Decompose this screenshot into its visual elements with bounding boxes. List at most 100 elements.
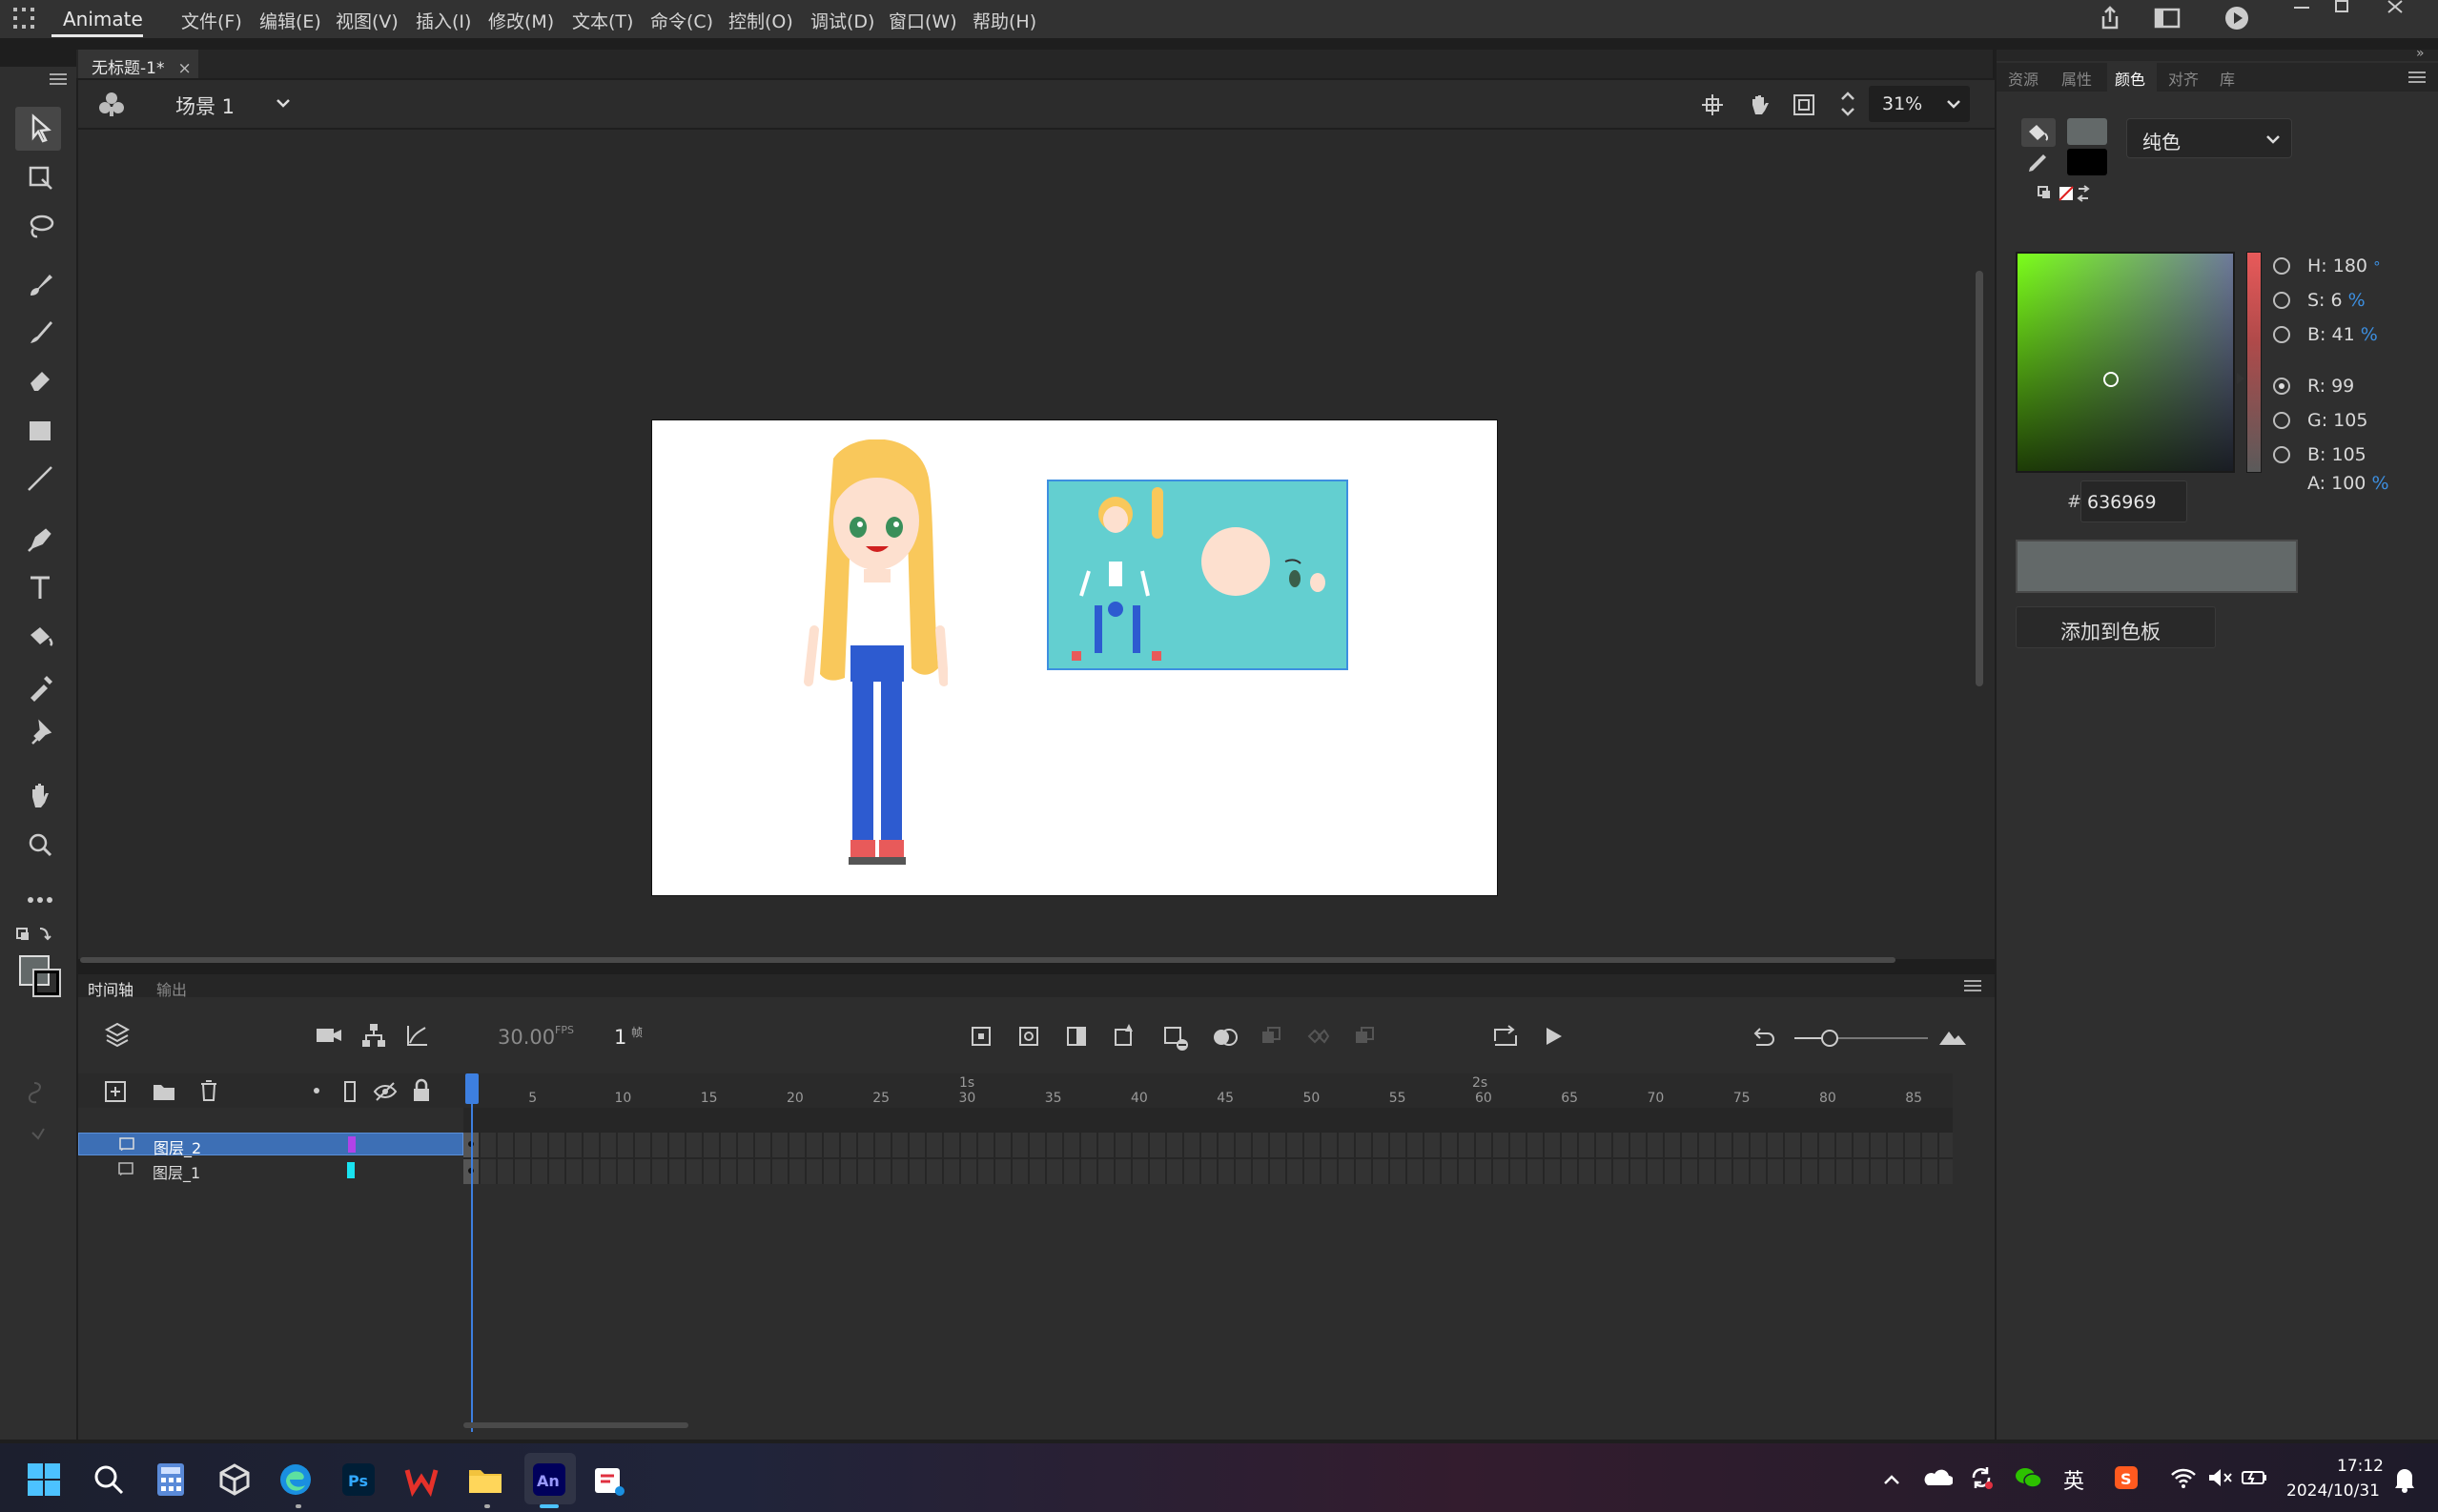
unity-app-icon[interactable]	[217, 1462, 252, 1497]
undo-view-icon[interactable]	[1749, 1024, 1777, 1051]
color-picker-cursor[interactable]	[2103, 372, 2119, 387]
battery-icon[interactable]	[2241, 1466, 2267, 1489]
radio-saturation[interactable]	[2273, 292, 2290, 309]
photoshop-app-icon[interactable]: Ps	[341, 1462, 376, 1497]
ime-indicator[interactable]: 英	[2063, 1464, 2084, 1495]
text-tool-icon[interactable]	[19, 568, 61, 606]
stage-vertical-scrollbar[interactable]	[1976, 271, 1983, 686]
scene-dropdown-chevron-icon[interactable]	[273, 93, 294, 112]
tab-align[interactable]: 对齐	[2168, 67, 2199, 90]
visibility-eye-icon[interactable]	[372, 1079, 399, 1104]
zoom-stepper-icon[interactable]	[1838, 88, 1857, 120]
brush-tool-icon[interactable]	[19, 313, 61, 351]
wechat-icon[interactable]	[2014, 1464, 2042, 1491]
red-value[interactable]: 99	[2331, 376, 2354, 397]
onedrive-icon[interactable]	[1922, 1466, 1953, 1489]
radio-red-selected[interactable]	[2273, 378, 2290, 395]
eyedropper-tool-icon[interactable]	[19, 667, 61, 705]
menu-file[interactable]: 文件(F)	[181, 8, 242, 33]
lock-icon[interactable]	[410, 1077, 433, 1104]
file-explorer-icon[interactable]	[467, 1462, 503, 1497]
menu-modify[interactable]: 修改(M)	[488, 8, 554, 33]
frame-ruler[interactable]	[463, 1073, 1953, 1108]
layer-row-1[interactable]: 图层_1	[78, 1157, 463, 1182]
line-tool-icon[interactable]	[19, 460, 61, 498]
menu-help[interactable]: 帮助(H)	[973, 8, 1036, 33]
layer-row-2[interactable]: 图层_2	[78, 1133, 463, 1158]
snap-to-stage-center-icon[interactable]	[1699, 92, 1726, 118]
sogou-input-icon[interactable]: S	[2113, 1464, 2140, 1491]
document-tab[interactable]: 无标题-1* ×	[78, 50, 198, 78]
menu-window[interactable]: 窗口(W)	[889, 8, 957, 33]
layer-depth-icon[interactable]	[103, 1020, 132, 1049]
tab-color[interactable]: 颜色	[2115, 67, 2145, 90]
fill-type-select[interactable]: 纯色	[2126, 118, 2292, 158]
panel-layout-icon[interactable]	[2153, 6, 2182, 31]
sprite-sheet-symbol[interactable]	[1047, 480, 1348, 670]
stage-horizontal-scrollbar[interactable]	[80, 957, 1895, 963]
highlight-layer-icon[interactable]	[341, 1079, 359, 1104]
auto-keyframe-icon[interactable]	[1112, 1022, 1138, 1049]
panel-menu-icon[interactable]	[2408, 71, 2426, 84]
free-transform-tool-icon[interactable]	[19, 158, 61, 196]
sync-icon[interactable]	[1968, 1464, 1995, 1491]
clock-time[interactable]: 17:12	[2334, 1457, 2384, 1476]
add-to-swatches-button[interactable]: 添加到色板	[2016, 606, 2216, 648]
color-swap-controls-icon[interactable]	[2037, 183, 2098, 204]
hand-tool-icon[interactable]	[19, 776, 61, 814]
tab-properties[interactable]: 属性	[2061, 67, 2092, 90]
paint-brush-tool-icon[interactable]	[19, 265, 61, 303]
edge-browser-icon[interactable]	[278, 1462, 313, 1497]
menu-text[interactable]: 文本(T)	[572, 8, 633, 33]
saturation-value[interactable]: 6	[2331, 290, 2343, 311]
timeline-menu-icon[interactable]	[1964, 979, 1981, 992]
graph-editor-icon[interactable]	[404, 1022, 431, 1049]
remove-frame-icon[interactable]	[1161, 1024, 1190, 1052]
layer-name[interactable]: 图层_1	[153, 1160, 200, 1183]
fps-value[interactable]: 30.00	[498, 1026, 555, 1049]
zoom-tool-icon[interactable]	[19, 826, 61, 864]
menu-insert[interactable]: 插入(I)	[416, 8, 471, 33]
workspace-grid-icon[interactable]	[11, 6, 36, 31]
animate-app-icon[interactable]: An	[532, 1462, 566, 1497]
fill-bucket-icon[interactable]	[2025, 120, 2052, 145]
brightness-value[interactable]: 41	[2331, 324, 2354, 345]
show-hidden-icons-chevron[interactable]	[1882, 1472, 1901, 1487]
test-movie-icon[interactable]	[2223, 5, 2250, 31]
playhead-handle[interactable]	[465, 1073, 479, 1104]
radio-brightness[interactable]	[2273, 326, 2290, 343]
notification-bell-icon[interactable]	[2391, 1464, 2418, 1493]
pin-tool-icon[interactable]	[19, 715, 61, 753]
menu-debug[interactable]: 调试(D)	[810, 8, 874, 33]
layer-name[interactable]: 图层_2	[154, 1135, 201, 1158]
new-folder-icon[interactable]	[151, 1079, 177, 1104]
radio-blue[interactable]	[2273, 446, 2290, 463]
wifi-icon[interactable]	[2170, 1466, 2197, 1489]
tools-menu-icon[interactable]	[50, 72, 67, 86]
color-saturation-field[interactable]	[2016, 252, 2235, 473]
delete-layer-icon[interactable]	[196, 1077, 221, 1104]
minimize-icon[interactable]	[2288, 0, 2315, 15]
menu-control[interactable]: 控制(O)	[728, 8, 793, 33]
wps-office-icon[interactable]	[404, 1462, 439, 1497]
stroke-pencil-icon[interactable]	[2025, 151, 2052, 175]
green-value[interactable]: 105	[2333, 410, 2367, 431]
paint-bucket-tool-icon[interactable]	[19, 618, 61, 656]
close-tab-icon[interactable]: ×	[177, 59, 191, 78]
layer-parenting-icon[interactable]	[360, 1022, 387, 1049]
tab-output[interactable]: 输出	[156, 977, 187, 1000]
stroke-color-chip[interactable]	[2067, 149, 2107, 175]
current-frame-value[interactable]: 1	[614, 1026, 626, 1049]
fill-color-chip[interactable]	[2067, 118, 2107, 145]
radio-green[interactable]	[2273, 412, 2290, 429]
edit-symbol-icon[interactable]	[97, 90, 126, 118]
layer-color-tag[interactable]	[347, 1162, 355, 1178]
pen-tool-icon[interactable]	[19, 519, 61, 557]
hue-value[interactable]: 180	[2333, 255, 2367, 276]
zoom-dropdown-chevron-icon[interactable]	[1943, 94, 1964, 113]
more-tools-icon[interactable]	[19, 879, 61, 917]
calculator-app-icon[interactable]	[154, 1462, 187, 1497]
clock-date[interactable]: 2024/10/31	[2286, 1481, 2380, 1501]
rotate-stage-icon[interactable]	[1745, 90, 1775, 118]
frame-cells-layer-1[interactable]	[463, 1159, 1953, 1184]
